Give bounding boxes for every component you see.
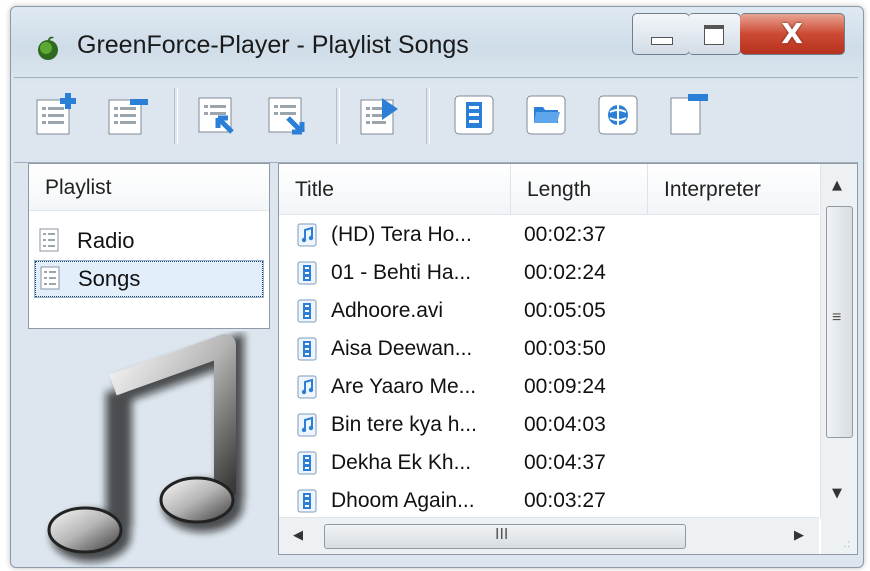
song-length: 00:02:37 [524,223,606,246]
table-row[interactable]: 01 - Behti Ha... 00:02:24 [279,254,819,292]
song-length: 00:09:24 [524,375,606,398]
scroll-up-icon[interactable]: ▲ [832,178,842,193]
maximize-icon [704,25,724,45]
table-row[interactable]: (HD) Tera Ho... 00:02:37 [279,216,819,254]
table-row[interactable]: Bin tere kya h... 00:04:03 [279,406,819,444]
toolbar [14,77,858,163]
minimize-button[interactable] [632,13,690,55]
maximize-button[interactable] [688,13,741,55]
app-logo-icon [38,36,58,60]
remove-item-icon[interactable] [666,92,712,138]
video-file-icon [297,489,317,513]
table-row[interactable]: Dhoom Again... 00:03:27 [279,482,819,520]
title-bar[interactable]: GreenForce-Player - Playlist Songs X [11,7,863,77]
scroll-left-icon[interactable]: ◀ [293,528,303,543]
toolbar-separator [426,88,430,144]
scroll-right-icon[interactable]: ▶ [794,528,804,543]
column-header-length[interactable]: Length [511,164,648,214]
video-file-icon [297,261,317,285]
toolbar-separator [174,88,178,144]
resize-grip-icon: .: [843,539,851,550]
close-button[interactable]: X [740,13,845,55]
song-title: Aisa Deewan... [331,337,473,360]
song-title: Dhoom Again... [331,489,475,512]
video-file-icon [297,337,317,361]
playlist-item-label: Songs [78,266,141,291]
audio-file-icon [297,223,317,247]
video-file-icon [297,299,317,323]
horizontal-scrollbar[interactable]: ◀ III ▶ [279,517,819,554]
window-title: GreenForce-Player - Playlist Songs [77,31,469,59]
column-header-interpreter[interactable]: Interpreter [648,164,818,214]
songs-list-panel: Title Length Interpreter (HD) Tera Ho...… [278,163,858,555]
video-file-icon [297,451,317,475]
add-folder-icon[interactable] [524,92,570,138]
music-note-icon [47,332,244,562]
song-title: Are Yaaro Me... [331,375,477,398]
add-video-file-icon[interactable] [452,92,498,138]
vertical-scroll-thumb[interactable]: ≡ [826,206,853,438]
song-title: (HD) Tera Ho... [331,223,472,246]
song-length: 00:03:50 [524,337,606,360]
playlist-remove-icon[interactable] [104,92,150,138]
app-window: GreenForce-Player - Playlist Songs X Pla… [10,6,864,568]
audio-file-icon [297,413,317,437]
song-length: 00:02:24 [524,261,606,284]
song-length: 00:05:05 [524,299,606,322]
song-length: 00:04:03 [524,413,606,436]
playlist-panel: Playlist Radio Songs [28,163,270,329]
playlist-play-icon[interactable] [356,92,402,138]
horizontal-scroll-thumb[interactable]: III [324,524,686,549]
playlist-add-icon[interactable] [32,92,78,138]
song-length: 00:03:27 [524,489,606,512]
scroll-grip-icon: ≡ [832,309,842,326]
playlist-header-label: Playlist [45,176,112,199]
song-title: 01 - Behti Ha... [331,261,472,284]
playlist-item-songs[interactable]: Songs [34,260,264,298]
column-interpreter-label: Interpreter [664,178,761,201]
scroll-grip-icon: III [495,526,509,543]
table-row[interactable]: Are Yaaro Me... 00:09:24 [279,368,819,406]
audio-file-icon [297,375,317,399]
playlist-icon [40,266,60,290]
column-length-label: Length [527,178,592,201]
table-row[interactable]: Adhoore.avi 00:05:05 [279,292,819,330]
song-title: Adhoore.avi [331,299,444,322]
add-url-icon[interactable] [596,92,642,138]
vertical-scrollbar[interactable]: ▲ ≡ ▼ [820,164,857,518]
playlist-item-radio[interactable]: Radio [35,224,261,258]
playlist-item-label: Radio [77,228,135,253]
scroll-down-icon[interactable]: ▼ [832,486,842,501]
close-icon: X [781,17,803,50]
songs-list-header: Title Length Interpreter [279,164,819,215]
playlist-export-icon[interactable] [264,92,310,138]
table-row[interactable]: Aisa Deewan... 00:03:50 [279,330,819,368]
song-title: Bin tere kya h... [331,413,477,436]
size-grip[interactable]: .: [821,518,857,554]
column-header-title[interactable]: Title [279,164,511,214]
table-row[interactable]: Dekha Ek Kh... 00:04:37 [279,444,819,482]
playlist-import-icon[interactable] [194,92,240,138]
minimize-icon [651,37,673,45]
column-title-label: Title [295,178,334,201]
song-title: Dekha Ek Kh... [331,451,472,474]
playlist-header[interactable]: Playlist [29,164,269,211]
song-length: 00:04:37 [524,451,606,474]
playlist-icon [39,228,59,252]
toolbar-separator [336,88,340,144]
